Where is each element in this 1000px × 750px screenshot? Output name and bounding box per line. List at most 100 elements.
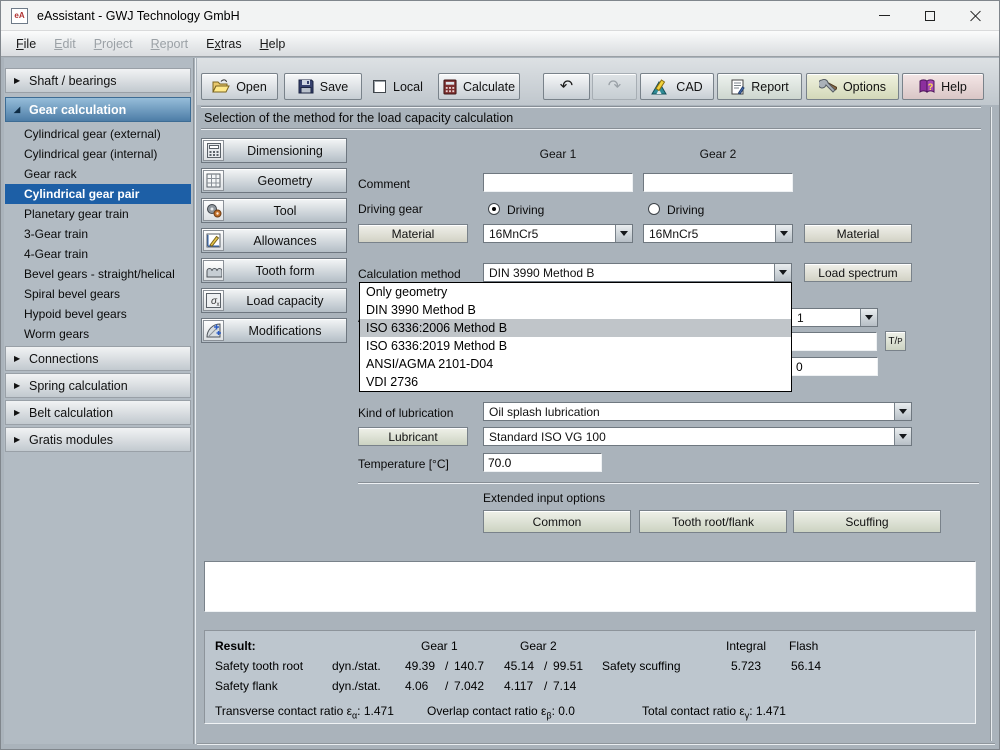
options-button[interactable]: Options: [806, 73, 899, 100]
dimensioning-button[interactable]: Dimensioning: [201, 138, 347, 163]
svg-text:x: x: [217, 302, 220, 308]
material-button-right[interactable]: Material: [804, 224, 912, 243]
driving-gear-label: Driving gear: [358, 202, 423, 216]
close-button[interactable]: [953, 1, 999, 30]
lubrication-select[interactable]: Oil splash lubrication: [483, 402, 912, 421]
sidebar-section-connections[interactable]: ▶ Connections: [5, 346, 191, 371]
endurance-input[interactable]: [791, 332, 877, 351]
sidebar-section-gratis-modules[interactable]: ▶ Gratis modules: [5, 427, 191, 452]
local-checkbox[interactable]: [373, 80, 386, 93]
maximize-button[interactable]: [907, 1, 953, 30]
driving-gear1-radio[interactable]: [488, 203, 500, 215]
scuffing-button[interactable]: Scuffing: [793, 510, 941, 533]
lubricant-select[interactable]: Standard ISO VG 100: [483, 427, 912, 446]
open-folder-icon: [212, 79, 231, 93]
undo-button[interactable]: ↶: [543, 73, 590, 100]
comment-gear1-input[interactable]: [483, 173, 633, 192]
total-contact-ratio: Total contact ratio εγ: 1.471: [642, 704, 786, 721]
sidebar-item-spiral-bevel-gears[interactable]: Spiral bevel gears: [5, 284, 191, 304]
appl-factor-select[interactable]: 1: [791, 308, 878, 327]
minimize-icon: [878, 15, 890, 16]
collapsed-arrow-icon: ▶: [14, 435, 21, 444]
menu-extras[interactable]: Extras: [197, 34, 250, 54]
sidebar-item-cylindrical-gear-internal[interactable]: Cylindrical gear (internal): [5, 144, 191, 164]
sidebar-item-bevel-gears[interactable]: Bevel gears - straight/helical: [5, 264, 191, 284]
dropdown-option[interactable]: VDI 2736: [360, 373, 791, 391]
sidebar-item-planetary-gear-train[interactable]: Planetary gear train: [5, 204, 191, 224]
result-row-mode: dyn./stat.: [332, 679, 381, 693]
geometry-button[interactable]: Geometry: [201, 168, 347, 193]
tooth-form-icon: [203, 260, 224, 281]
cad-button[interactable]: CAD: [640, 73, 714, 100]
calculate-button[interactable]: Calculate: [438, 73, 520, 100]
save-button[interactable]: Save: [284, 73, 362, 100]
overlap-contact-ratio: Overlap contact ratio εβ: 0.0: [427, 704, 575, 721]
chevron-down-icon[interactable]: [860, 309, 877, 326]
chevron-down-icon[interactable]: [774, 264, 791, 281]
dropdown-option[interactable]: DIN 3990 Method B: [360, 301, 791, 319]
sidebar-item-cylindrical-gear-pair[interactable]: Cylindrical gear pair: [5, 184, 191, 204]
tooth-form-button[interactable]: Tooth form: [201, 258, 347, 283]
result-value: 4.06: [405, 679, 429, 693]
load-capacity-button[interactable]: σx Load capacity: [201, 288, 347, 313]
chevron-down-icon[interactable]: [894, 403, 911, 420]
sidebar-section-shaft-bearings[interactable]: ▶ Shaft / bearings: [5, 68, 191, 93]
redo-button: ↷: [592, 73, 637, 100]
result-col-integral: Integral: [726, 639, 767, 653]
tool-button[interactable]: Tool: [201, 198, 347, 223]
menu-help[interactable]: Help: [251, 34, 295, 54]
sidebar-section-belt-calculation[interactable]: ▶ Belt calculation: [5, 400, 191, 425]
sidebar-item-3-gear-train[interactable]: 3-Gear train: [5, 224, 191, 244]
driving-gear2-radio[interactable]: [648, 203, 660, 215]
common-button[interactable]: Common: [483, 510, 631, 533]
lubricant-button[interactable]: Lubricant: [358, 427, 468, 446]
sidebar-item-gear-rack[interactable]: Gear rack: [5, 164, 191, 184]
temperature-input[interactable]: [483, 453, 602, 472]
sidebar-item-4-gear-train[interactable]: 4-Gear train: [5, 244, 191, 264]
dropdown-option-highlighted[interactable]: ISO 6336:2006 Method B: [360, 319, 791, 337]
face-coeff-input[interactable]: [791, 357, 878, 376]
allowances-button[interactable]: Allowances: [201, 228, 347, 253]
report-button[interactable]: Report: [717, 73, 802, 100]
calc-method-select[interactable]: DIN 3990 Method B: [483, 263, 792, 282]
options-tools-icon: [818, 78, 837, 93]
toolbar: Open Save Local Calculate ↶ ↷ CAD Report: [197, 58, 999, 105]
tool-gears-icon: [203, 200, 224, 221]
chevron-down-icon[interactable]: [615, 225, 632, 242]
minimize-button[interactable]: [861, 1, 907, 30]
page-title: Selection of the method for the load cap…: [204, 111, 514, 125]
help-button[interactable]: ? Help: [902, 73, 984, 100]
title-bar: eA eAssistant - GWJ Technology GmbH: [1, 1, 999, 31]
result-value: 7.042: [454, 679, 485, 693]
result-row-mode: dyn./stat.: [332, 659, 381, 673]
open-button[interactable]: Open: [201, 73, 278, 100]
load-spectrum-button[interactable]: Load spectrum: [804, 263, 912, 282]
sidebar-item-worm-gears[interactable]: Worm gears: [5, 324, 191, 344]
sidebar-item-cylindrical-gear-external[interactable]: Cylindrical gear (external): [5, 124, 191, 144]
sidebar-item-hypoid-bevel-gears[interactable]: Hypoid bevel gears: [5, 304, 191, 324]
panel-right-edge: [990, 107, 992, 741]
message-area: [204, 561, 976, 612]
dropdown-option[interactable]: Only geometry: [360, 283, 791, 301]
calculator-icon: [443, 79, 457, 94]
material-gear1-select[interactable]: 16MnCr5: [483, 224, 633, 243]
modifications-button[interactable]: Modifications: [201, 318, 347, 343]
driving-gear1-radio-label: Driving: [507, 203, 545, 217]
chevron-down-icon[interactable]: [775, 225, 792, 242]
material-gear2-select[interactable]: 16MnCr5: [643, 224, 793, 243]
collapsed-arrow-icon: ▶: [14, 408, 21, 417]
expanded-arrow-icon: ◢: [14, 105, 21, 114]
maximize-icon: [925, 10, 935, 21]
torque-power-toggle-button[interactable]: T/P: [885, 331, 906, 351]
comment-gear2-input[interactable]: [643, 173, 793, 192]
sidebar-section-gear-calculation[interactable]: ◢ Gear calculation: [5, 97, 191, 122]
dropdown-option[interactable]: ISO 6336:2019 Method B: [360, 337, 791, 355]
menu-file[interactable]: File: [7, 34, 45, 54]
tooth-root-flank-button[interactable]: Tooth root/flank: [639, 510, 787, 533]
material-button-left[interactable]: Material: [358, 224, 468, 243]
sidebar-section-spring-calculation[interactable]: ▶ Spring calculation: [5, 373, 191, 398]
dropdown-option[interactable]: ANSI/AGMA 2101-D04: [360, 355, 791, 373]
chevron-down-icon[interactable]: [894, 428, 911, 445]
result-value: 140.7: [454, 659, 485, 673]
allowances-drawing-icon: [203, 230, 224, 251]
